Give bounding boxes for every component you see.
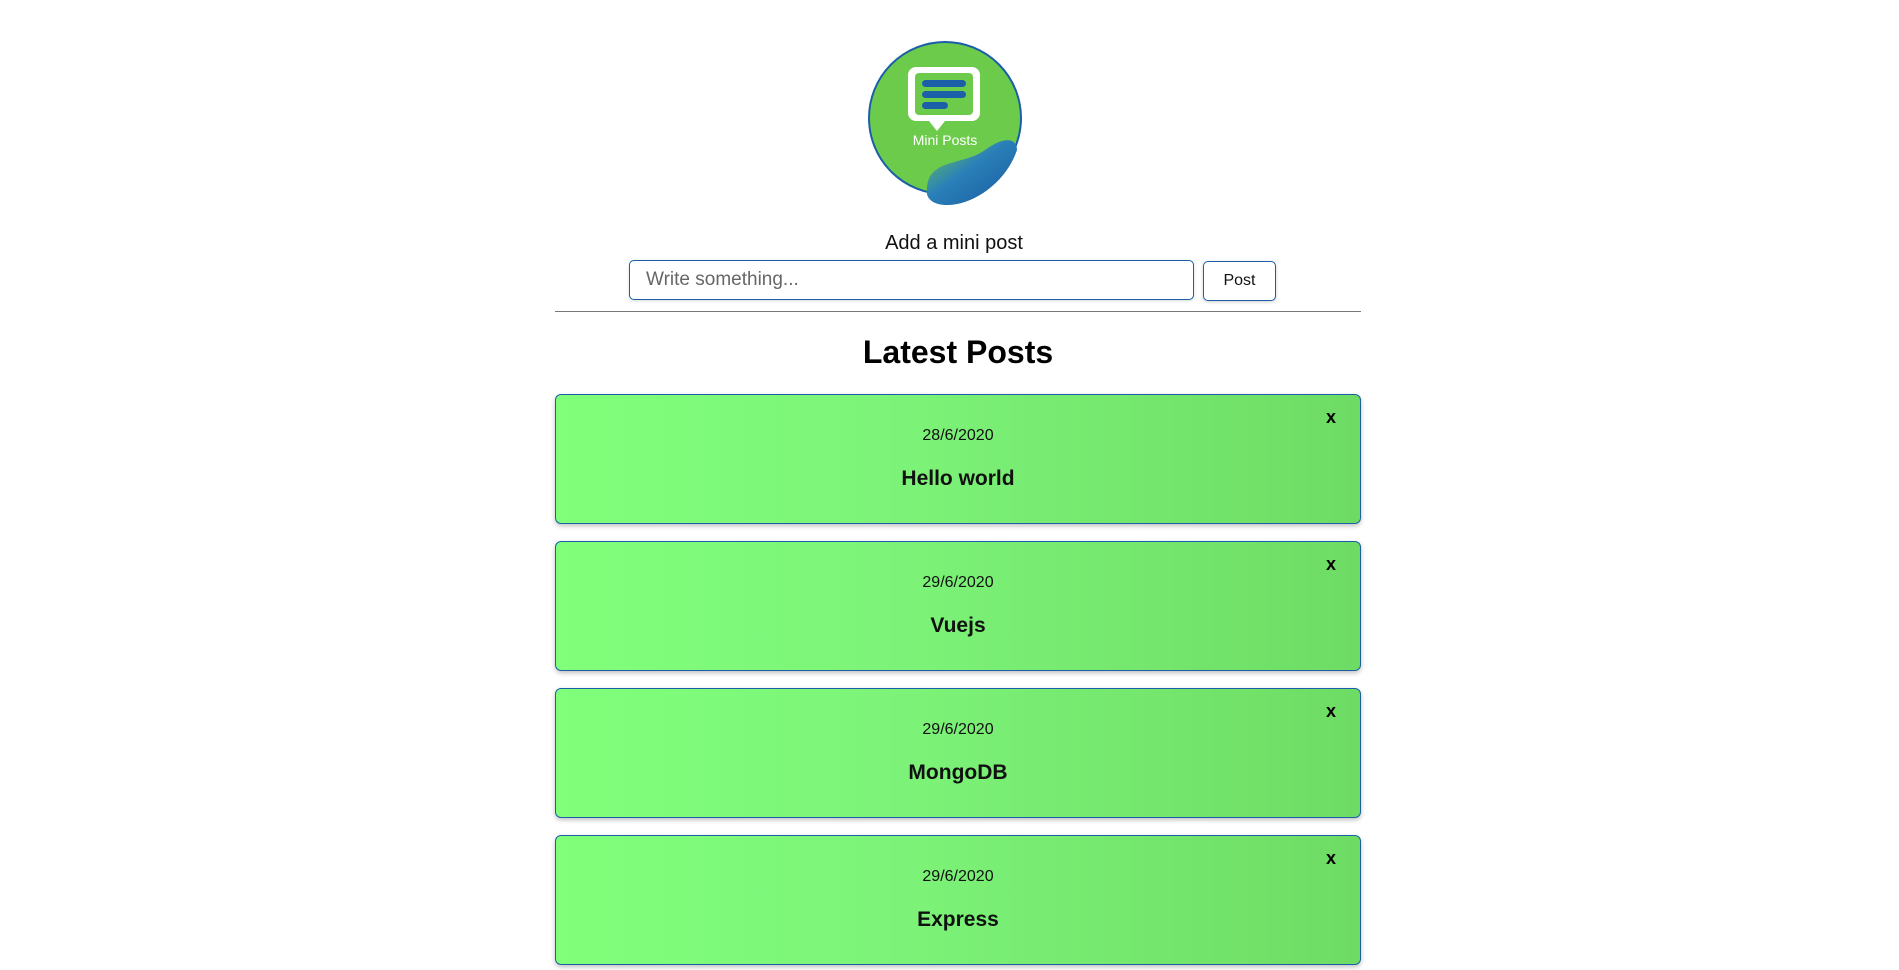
mini-posts-logo: Mini Posts: [867, 40, 1023, 208]
delete-post-button[interactable]: x: [1326, 554, 1336, 575]
post-date: 29/6/2020: [922, 574, 994, 591]
latest-posts-title: Latest Posts: [862, 334, 1054, 370]
post-card: x 28/6/2020 Hello world: [555, 394, 1361, 524]
delete-post-button[interactable]: x: [1326, 407, 1336, 428]
delete-post-button[interactable]: x: [1326, 848, 1336, 869]
post-text: Express: [917, 908, 999, 931]
posts-list: x 28/6/2020 Hello world x 29/6/2020 Vuej…: [555, 394, 1361, 970]
post-text: Vuejs: [930, 614, 986, 637]
page: Mini Posts Add a mini post Post Latest P…: [0, 0, 1899, 970]
post-card: x 29/6/2020 Express: [555, 835, 1361, 965]
post-card: x 29/6/2020 Vuejs: [555, 541, 1361, 671]
logo-text: Mini Posts: [913, 132, 978, 148]
post-date: 29/6/2020: [922, 721, 994, 738]
post-button[interactable]: Post: [1203, 261, 1276, 301]
add-post-label: Add a mini post: [885, 232, 1023, 254]
post-date: 28/6/2020: [922, 427, 994, 444]
post-card: x 29/6/2020 MongoDB: [555, 688, 1361, 818]
delete-post-button[interactable]: x: [1326, 701, 1336, 722]
logo-graphic: Mini Posts: [868, 41, 1022, 206]
post-text: MongoDB: [908, 761, 1008, 784]
post-text: Hello world: [901, 467, 1015, 490]
post-input[interactable]: [629, 260, 1194, 300]
post-date: 29/6/2020: [922, 868, 994, 885]
divider: [555, 311, 1361, 312]
